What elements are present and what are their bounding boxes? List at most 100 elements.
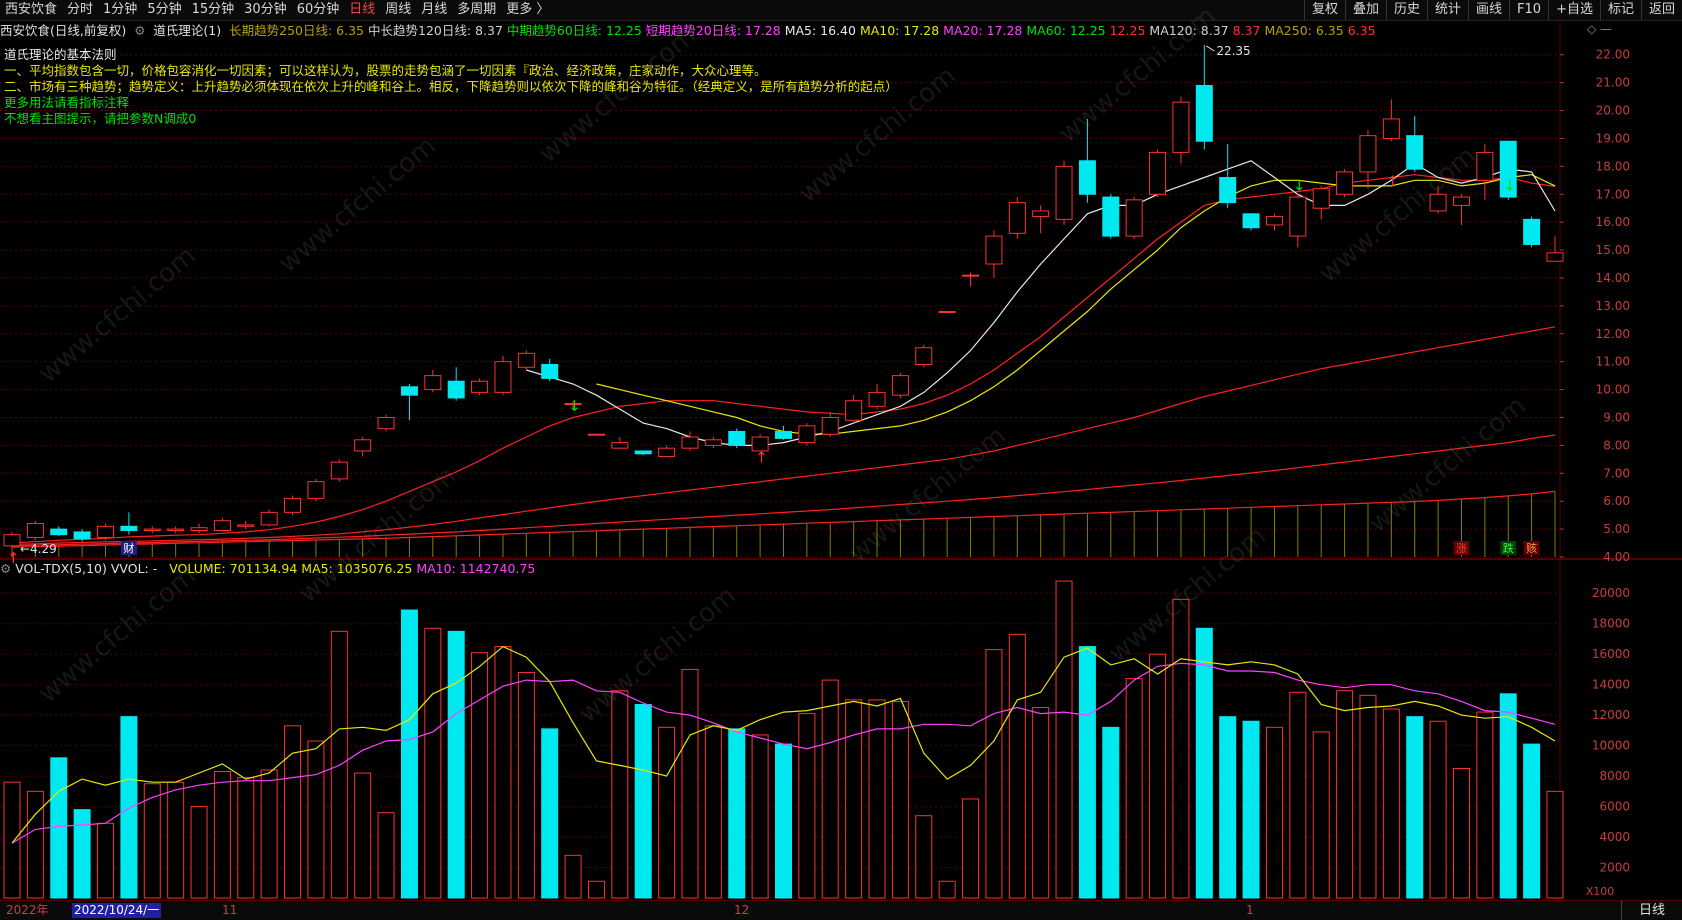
indicator-legend: 道氏理论的基本法则 一、平均指数包含一切，价格包容消化一切因素；可以这样认为，股… xyxy=(4,47,898,127)
volume-bar xyxy=(798,713,816,899)
candle-body xyxy=(167,528,185,531)
selected-date: 2022/10/24/一 xyxy=(72,903,162,918)
chart-title: 西安饮食(日线,前复权) xyxy=(0,23,127,38)
volume-bar xyxy=(1008,633,1026,899)
volume-bar xyxy=(728,728,746,899)
volume-bar xyxy=(1078,646,1096,899)
volume-axis-label: 18000 xyxy=(1592,617,1630,631)
collapse-icon[interactable]: — xyxy=(1600,22,1612,36)
volume-bar xyxy=(1336,690,1354,899)
volume-bar xyxy=(260,769,278,899)
month-label-dec: 12 xyxy=(734,903,750,917)
volume-bar xyxy=(330,630,348,899)
volume-bar xyxy=(1289,691,1307,899)
candle-body xyxy=(1125,199,1143,237)
high-pointer xyxy=(1206,45,1215,52)
volume-bar xyxy=(213,771,231,899)
settings-gear-icon[interactable]: ⚙ xyxy=(134,23,145,38)
candle-body xyxy=(1172,101,1190,153)
sell-arrow-icon: ↓ xyxy=(1293,177,1306,195)
candle-body xyxy=(681,436,699,449)
legend-hide-hint: 不想看主图提示，请把参数N调成0 xyxy=(4,111,197,126)
fall-marker: 跌 xyxy=(1503,541,1514,555)
vol-indicator-name[interactable]: VOL-TDX(5,10) xyxy=(15,561,107,576)
candle-body xyxy=(1336,171,1354,195)
volume-bar xyxy=(50,757,68,899)
price-axis-label: 14.00 xyxy=(1596,271,1630,285)
indicator-info-line: 西安饮食(日线,前复权) ⚙ 道氏理论(1) 长期趋势250日线: 6.35 中长… xyxy=(0,22,1530,40)
candle-body xyxy=(1476,151,1494,181)
volume-axis-label: 14000 xyxy=(1592,678,1630,692)
price-axis-label: 21.00 xyxy=(1596,76,1630,90)
info-item: 6.35 xyxy=(1347,23,1376,38)
volume-bar xyxy=(1195,627,1213,899)
price-axis-label: 5.00 xyxy=(1603,522,1630,536)
candle-body xyxy=(1406,135,1424,170)
volume-bar xyxy=(1429,720,1447,899)
candle-body xyxy=(845,400,863,421)
candle-body xyxy=(26,523,44,538)
tab-daily-bottom[interactable]: 日线 xyxy=(1621,901,1682,920)
candle-body xyxy=(1523,218,1541,245)
volume-bar xyxy=(377,812,395,899)
volume-bar xyxy=(915,815,933,899)
candle-body xyxy=(634,450,652,455)
candle-body xyxy=(330,461,348,480)
candle-body xyxy=(704,439,722,446)
volume-bar xyxy=(1125,678,1143,899)
info-item: 短期趋势20日线: 17.28 xyxy=(645,23,781,38)
volume-bar xyxy=(1149,653,1167,899)
chart-mode-icons: ◇ — xyxy=(1587,22,1612,36)
low-price-label: ←4.29 xyxy=(20,542,57,556)
candle-body xyxy=(1429,193,1447,212)
candle-body xyxy=(471,380,489,393)
volume-axis-label: 6000 xyxy=(1599,800,1630,814)
candle-body xyxy=(1102,196,1120,237)
kline-chart[interactable]: 22.0021.0020.0019.0018.0017.0016.0015.00… xyxy=(0,0,1682,919)
volume-axis-label: 8000 xyxy=(1599,769,1630,783)
info-item: 中长趋势120日线: 8.37 xyxy=(368,23,503,38)
candle-body xyxy=(354,439,372,452)
price-axis-label: 4.00 xyxy=(1603,550,1630,564)
volume-axis-label: 20000 xyxy=(1592,586,1630,600)
legend-rule-2: 二、市场有三种趋势；趋势定义：上升趋势必须体现在依次上升的峰和谷上。相反，下降趋… xyxy=(4,79,898,94)
price-axis-label: 10.00 xyxy=(1596,383,1630,397)
price-axis-label: 9.00 xyxy=(1603,410,1630,424)
candle-body xyxy=(728,430,746,446)
price-axis-label: 19.00 xyxy=(1596,131,1630,145)
volume-bar xyxy=(751,734,769,899)
volume-bar xyxy=(1523,743,1541,899)
volume-bar xyxy=(237,777,255,899)
volume-bar xyxy=(400,609,418,899)
volume-bar xyxy=(447,630,465,899)
candle-body xyxy=(1149,151,1167,195)
info-item: 长期趋势250日线: 6.35 xyxy=(229,23,365,38)
candle-body xyxy=(237,524,255,527)
volume-bar xyxy=(1172,598,1190,899)
volume-bar xyxy=(821,679,839,899)
candle-body xyxy=(50,528,68,536)
volume-bar xyxy=(541,728,559,899)
diamond-icon[interactable]: ◇ xyxy=(1587,22,1596,36)
legend-more-info[interactable]: 更多用法请看指标注释 xyxy=(4,95,898,111)
volume-bar xyxy=(26,790,44,899)
buy-arrow-icon: ↑ xyxy=(755,449,768,467)
volume-bar xyxy=(307,740,325,899)
candle-body xyxy=(190,527,208,531)
sell-arrow-icon: ↓ xyxy=(568,397,581,415)
volume-bar xyxy=(1476,711,1494,899)
ma5-line xyxy=(526,160,1556,446)
info-item: MA5: 16.40 xyxy=(784,23,856,38)
candle-body xyxy=(1078,160,1096,195)
info-item: MA20: 17.28 xyxy=(943,23,1023,38)
volume-bar xyxy=(167,781,185,899)
rise-marker: 涨 xyxy=(1456,542,1467,555)
vol-settings-icon[interactable]: ⚙ xyxy=(0,561,11,576)
volume-bar xyxy=(1032,707,1050,899)
volume-bar xyxy=(517,671,535,899)
indicator-name[interactable]: 道氏理论(1) xyxy=(153,23,221,38)
volume-bar xyxy=(681,668,699,899)
volume-bar xyxy=(190,806,208,899)
volume-bar xyxy=(1359,694,1377,899)
finance-marker: 财 xyxy=(123,541,134,555)
